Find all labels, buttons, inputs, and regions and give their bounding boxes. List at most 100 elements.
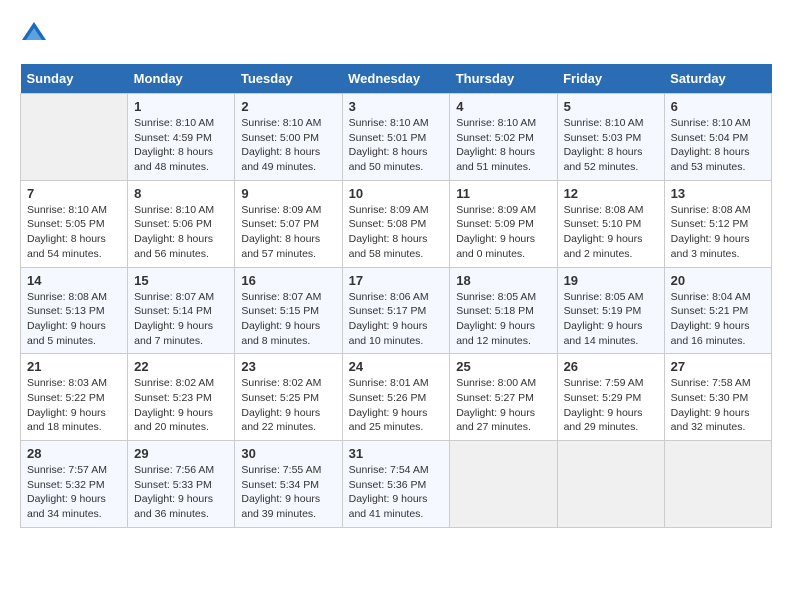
day-number: 16 — [241, 273, 335, 288]
calendar-cell: 9 Sunrise: 8:09 AMSunset: 5:07 PMDaylight… — [235, 180, 342, 267]
calendar-cell: 13 Sunrise: 8:08 AMSunset: 5:12 PMDayligh… — [664, 180, 771, 267]
day-number: 5 — [564, 99, 658, 114]
day-info: Sunrise: 8:09 AMSunset: 5:08 PMDaylight:… — [349, 203, 444, 262]
calendar-week-5: 28 Sunrise: 7:57 AMSunset: 5:32 PMDayligh… — [21, 441, 772, 528]
day-info: Sunrise: 8:01 AMSunset: 5:26 PMDaylight:… — [349, 376, 444, 435]
day-info: Sunrise: 8:02 AMSunset: 5:25 PMDaylight:… — [241, 376, 335, 435]
day-number: 29 — [134, 446, 228, 461]
calendar-cell: 12 Sunrise: 8:08 AMSunset: 5:10 PMDayligh… — [557, 180, 664, 267]
weekday-header-tuesday: Tuesday — [235, 64, 342, 94]
day-info: Sunrise: 8:10 AMSunset: 5:00 PMDaylight:… — [241, 116, 335, 175]
calendar-cell: 6 Sunrise: 8:10 AMSunset: 5:04 PMDaylight… — [664, 94, 771, 181]
calendar-cell: 11Sunrise: 8:09 AMSunset: 5:09 PMDayligh… — [450, 180, 557, 267]
day-info: Sunrise: 8:07 AMSunset: 5:15 PMDaylight:… — [241, 290, 335, 349]
day-info: Sunrise: 8:03 AMSunset: 5:22 PMDaylight:… — [27, 376, 121, 435]
calendar-cell: 14 Sunrise: 8:08 AMSunset: 5:13 PMDayligh… — [21, 267, 128, 354]
day-number: 18 — [456, 273, 550, 288]
day-info: Sunrise: 7:55 AMSunset: 5:34 PMDaylight:… — [241, 463, 335, 522]
day-number: 12 — [564, 186, 658, 201]
day-info: Sunrise: 7:58 AMSunset: 5:30 PMDaylight:… — [671, 376, 765, 435]
calendar-cell: 5 Sunrise: 8:10 AMSunset: 5:03 PMDaylight… — [557, 94, 664, 181]
day-number: 9 — [241, 186, 335, 201]
weekday-header-wednesday: Wednesday — [342, 64, 450, 94]
weekday-row: SundayMondayTuesdayWednesdayThursdayFrid… — [21, 64, 772, 94]
day-info: Sunrise: 8:09 AMSunset: 5:07 PMDaylight:… — [241, 203, 335, 262]
weekday-header-thursday: Thursday — [450, 64, 557, 94]
calendar-table: SundayMondayTuesdayWednesdayThursdayFrid… — [20, 64, 772, 528]
calendar-cell — [664, 441, 771, 528]
day-info: Sunrise: 8:10 AMSunset: 4:59 PMDaylight:… — [134, 116, 228, 175]
calendar-cell: 16 Sunrise: 8:07 AMSunset: 5:15 PMDayligh… — [235, 267, 342, 354]
calendar-cell: 18 Sunrise: 8:05 AMSunset: 5:18 PMDayligh… — [450, 267, 557, 354]
day-info: Sunrise: 8:10 AMSunset: 5:02 PMDaylight:… — [456, 116, 550, 175]
day-number: 27 — [671, 359, 765, 374]
calendar-cell: 8 Sunrise: 8:10 AMSunset: 5:06 PMDaylight… — [128, 180, 235, 267]
day-info: Sunrise: 8:10 AMSunset: 5:03 PMDaylight:… — [564, 116, 658, 175]
day-info: Sunrise: 8:06 AMSunset: 5:17 PMDaylight:… — [349, 290, 444, 349]
day-info: Sunrise: 8:08 AMSunset: 5:13 PMDaylight:… — [27, 290, 121, 349]
calendar-cell: 20Sunrise: 8:04 AMSunset: 5:21 PMDayligh… — [664, 267, 771, 354]
day-info: Sunrise: 8:02 AMSunset: 5:23 PMDaylight:… — [134, 376, 228, 435]
day-info: Sunrise: 8:04 AMSunset: 5:21 PMDaylight:… — [671, 290, 765, 349]
day-info: Sunrise: 7:59 AMSunset: 5:29 PMDaylight:… — [564, 376, 658, 435]
day-info: Sunrise: 7:54 AMSunset: 5:36 PMDaylight:… — [349, 463, 444, 522]
day-number: 19 — [564, 273, 658, 288]
day-number: 30 — [241, 446, 335, 461]
calendar-cell: 28 Sunrise: 7:57 AMSunset: 5:32 PMDayligh… — [21, 441, 128, 528]
weekday-header-friday: Friday — [557, 64, 664, 94]
day-number: 2 — [241, 99, 335, 114]
calendar-cell: 23Sunrise: 8:02 AMSunset: 5:25 PMDayligh… — [235, 354, 342, 441]
day-number: 26 — [564, 359, 658, 374]
calendar-cell: 15Sunrise: 8:07 AMSunset: 5:14 PMDayligh… — [128, 267, 235, 354]
calendar-cell: 10Sunrise: 8:09 AMSunset: 5:08 PMDayligh… — [342, 180, 450, 267]
day-number: 3 — [349, 99, 444, 114]
day-number: 7 — [27, 186, 121, 201]
day-number: 28 — [27, 446, 121, 461]
calendar-cell: 25Sunrise: 8:00 AMSunset: 5:27 PMDayligh… — [450, 354, 557, 441]
day-info: Sunrise: 7:57 AMSunset: 5:32 PMDaylight:… — [27, 463, 121, 522]
page-header — [20, 20, 772, 48]
day-info: Sunrise: 8:10 AMSunset: 5:01 PMDaylight:… — [349, 116, 444, 175]
calendar-cell: 4Sunrise: 8:10 AMSunset: 5:02 PMDaylight… — [450, 94, 557, 181]
calendar-week-1: 1 Sunrise: 8:10 AMSunset: 4:59 PMDaylight… — [21, 94, 772, 181]
calendar-cell: 1 Sunrise: 8:10 AMSunset: 4:59 PMDaylight… — [128, 94, 235, 181]
day-info: Sunrise: 8:08 AMSunset: 5:12 PMDaylight:… — [671, 203, 765, 262]
day-number: 22 — [134, 359, 228, 374]
weekday-header-saturday: Saturday — [664, 64, 771, 94]
day-number: 13 — [671, 186, 765, 201]
calendar-cell: 21 Sunrise: 8:03 AMSunset: 5:22 PMDayligh… — [21, 354, 128, 441]
day-info: Sunrise: 8:05 AMSunset: 5:19 PMDaylight:… — [564, 290, 658, 349]
logo-icon — [20, 20, 48, 48]
weekday-header-sunday: Sunday — [21, 64, 128, 94]
day-info: Sunrise: 8:10 AMSunset: 5:06 PMDaylight:… — [134, 203, 228, 262]
day-number: 6 — [671, 99, 765, 114]
day-info: Sunrise: 8:05 AMSunset: 5:18 PMDaylight:… — [456, 290, 550, 349]
calendar-cell — [450, 441, 557, 528]
day-info: Sunrise: 8:07 AMSunset: 5:14 PMDaylight:… — [134, 290, 228, 349]
day-number: 1 — [134, 99, 228, 114]
calendar-cell: 29Sunrise: 7:56 AMSunset: 5:33 PMDayligh… — [128, 441, 235, 528]
calendar-header: SundayMondayTuesdayWednesdayThursdayFrid… — [21, 64, 772, 94]
calendar-cell — [557, 441, 664, 528]
day-number: 17 — [349, 273, 444, 288]
calendar-week-4: 21 Sunrise: 8:03 AMSunset: 5:22 PMDayligh… — [21, 354, 772, 441]
calendar-cell: 7 Sunrise: 8:10 AMSunset: 5:05 PMDaylight… — [21, 180, 128, 267]
calendar-cell: 26 Sunrise: 7:59 AMSunset: 5:29 PMDayligh… — [557, 354, 664, 441]
day-number: 14 — [27, 273, 121, 288]
calendar-cell: 30 Sunrise: 7:55 AMSunset: 5:34 PMDayligh… — [235, 441, 342, 528]
day-info: Sunrise: 8:10 AMSunset: 5:05 PMDaylight:… — [27, 203, 121, 262]
day-info: Sunrise: 8:08 AMSunset: 5:10 PMDaylight:… — [564, 203, 658, 262]
day-number: 21 — [27, 359, 121, 374]
day-number: 8 — [134, 186, 228, 201]
day-number: 24 — [349, 359, 444, 374]
day-number: 11 — [456, 186, 550, 201]
calendar-cell: 3 Sunrise: 8:10 AMSunset: 5:01 PMDaylight… — [342, 94, 450, 181]
calendar-week-3: 14 Sunrise: 8:08 AMSunset: 5:13 PMDayligh… — [21, 267, 772, 354]
calendar-cell: 19 Sunrise: 8:05 AMSunset: 5:19 PMDayligh… — [557, 267, 664, 354]
day-info: Sunrise: 8:10 AMSunset: 5:04 PMDaylight:… — [671, 116, 765, 175]
calendar-cell: 17 Sunrise: 8:06 AMSunset: 5:17 PMDayligh… — [342, 267, 450, 354]
calendar-cell: 2 Sunrise: 8:10 AMSunset: 5:00 PMDaylight… — [235, 94, 342, 181]
calendar-body: 1 Sunrise: 8:10 AMSunset: 4:59 PMDaylight… — [21, 94, 772, 528]
logo — [20, 20, 52, 48]
calendar-cell: 24 Sunrise: 8:01 AMSunset: 5:26 PMDayligh… — [342, 354, 450, 441]
